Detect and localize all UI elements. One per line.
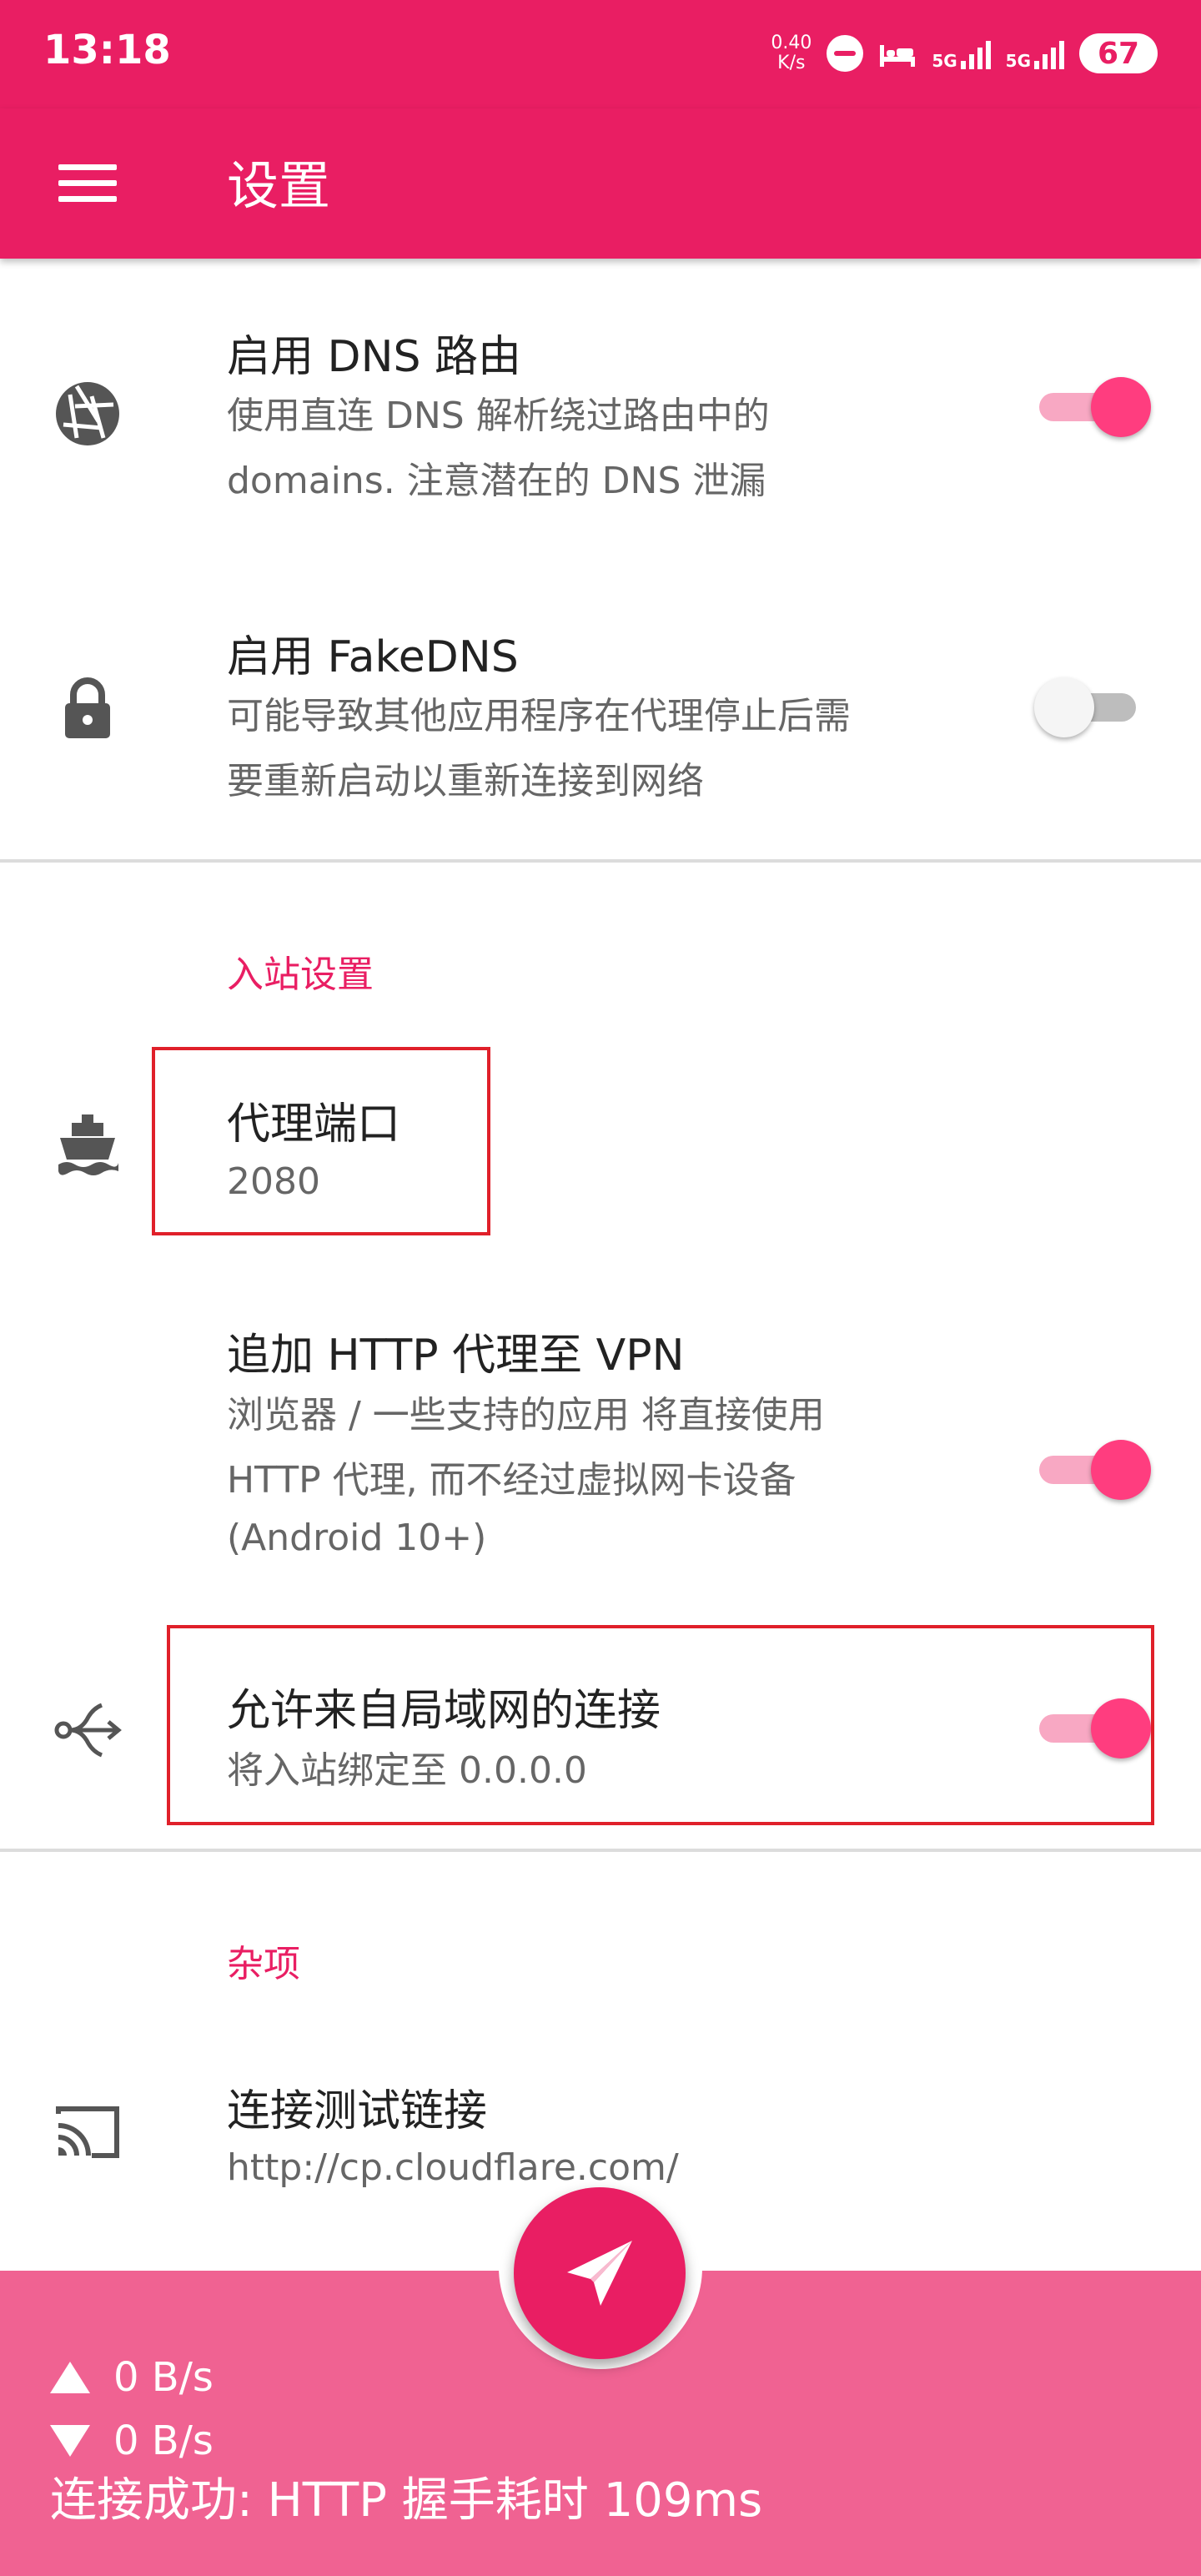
lock-icon xyxy=(65,677,110,738)
highlight-box xyxy=(152,1047,490,1235)
do-not-disturb-icon xyxy=(827,35,864,72)
connection-status-text: 连接成功: HTTP 握手耗时 109ms xyxy=(50,2473,763,2528)
setting-summary: 浏览器 / 一些支持的应用 将直接使用 HTTP 代理, 而不经过虚拟网卡设备 … xyxy=(227,1394,825,1559)
sleep-icon xyxy=(880,45,916,67)
setting-title: 连接测试链接 xyxy=(227,2086,488,2136)
network-speed: 0.40 K/s xyxy=(771,33,812,73)
signal-bars-icon xyxy=(1034,38,1064,69)
category-misc: 杂项 xyxy=(227,1943,300,1985)
setting-title: 追加 HTTP 代理至 VPN xyxy=(227,1331,685,1381)
send-icon xyxy=(567,2241,632,2306)
setting-fake-dns[interactable]: 启用 FakeDNS 可能导致其他应用程序在代理停止后需 要重新启动以重新连接到… xyxy=(0,559,1201,859)
ship-icon xyxy=(58,1114,118,1175)
setting-summary: 使用直连 DNS 解析绕过路由中的 domains. 注意潜在的 DNS 泄漏 xyxy=(227,395,770,502)
arrow-down-icon xyxy=(50,2425,90,2457)
fake-dns-switch[interactable] xyxy=(1034,670,1151,745)
dns-routing-switch[interactable] xyxy=(1034,370,1151,445)
cast-icon xyxy=(56,2106,119,2158)
http-proxy-vpn-switch[interactable] xyxy=(1034,1432,1151,1507)
page-title: 设置 xyxy=(227,155,331,216)
aperture-icon xyxy=(56,382,119,445)
category-inbound: 入站设置 xyxy=(227,953,374,996)
status-icons: 0.40 K/s 5G 5G 67 xyxy=(771,30,1158,77)
battery-indicator: 67 xyxy=(1079,33,1158,73)
app-bar: 设置 xyxy=(0,108,1201,259)
setting-title: 启用 FakeDNS xyxy=(227,632,519,682)
setting-dns-routing[interactable]: 启用 DNS 路由 使用直连 DNS 解析绕过路由中的 domains. 注意潜… xyxy=(0,259,1201,559)
connect-fab-button[interactable] xyxy=(514,2187,686,2359)
setting-summary: 可能导致其他应用程序在代理停止后需 要重新启动以重新连接到网络 xyxy=(227,695,851,802)
signal-1: 5G xyxy=(932,38,991,69)
status-bar: 13:18 0.40 K/s 5G 5G 67 xyxy=(0,0,1201,108)
highlight-box xyxy=(167,1625,1154,1825)
divider xyxy=(0,859,1201,863)
signal-bars-icon xyxy=(960,38,991,69)
split-arrow-icon xyxy=(54,1703,122,1758)
menu-icon[interactable] xyxy=(58,154,117,213)
setting-title: 启用 DNS 路由 xyxy=(227,332,522,382)
divider xyxy=(0,1849,1201,1852)
status-time: 13:18 xyxy=(43,27,171,73)
upload-speed: 0 B/s xyxy=(50,2354,214,2401)
signal-2: 5G xyxy=(1006,38,1064,69)
download-speed: 0 B/s xyxy=(50,2418,214,2464)
arrow-up-icon xyxy=(50,2362,90,2393)
setting-http-proxy-vpn[interactable]: 追加 HTTP 代理至 VPN 浏览器 / 一些支持的应用 将直接使用 HTTP… xyxy=(0,1268,1201,1618)
